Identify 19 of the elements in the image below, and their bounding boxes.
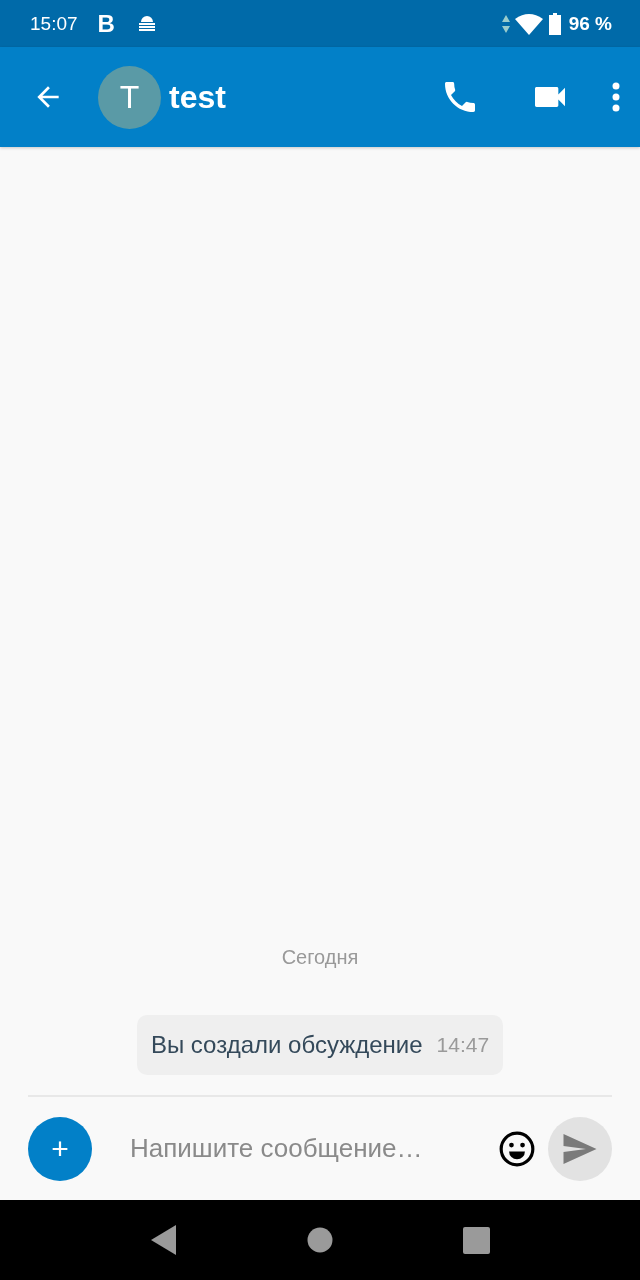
status-time: 15:07 [30, 12, 78, 35]
battery-icon [548, 12, 561, 35]
message-input[interactable]: Напишите сообщение… [128, 1132, 498, 1165]
message-text: Вы создали обсуждение [150, 1031, 423, 1059]
data-arrows-icon [500, 13, 511, 34]
more-options-button[interactable] [610, 81, 622, 113]
recents-nav-icon[interactable] [462, 1226, 490, 1254]
date-divider: Сегодня [281, 946, 359, 969]
conversation-title: test [169, 78, 226, 116]
emoji-button[interactable] [498, 1129, 536, 1168]
contact-avatar: T [98, 65, 161, 129]
back-nav-icon[interactable] [150, 1225, 177, 1255]
send-icon [562, 1132, 598, 1165]
message-time: 14:47 [436, 1033, 490, 1057]
add-attachment-button[interactable]: + [28, 1116, 92, 1181]
notification-letter: B [97, 9, 115, 38]
wifi-icon [514, 12, 543, 35]
home-nav-icon[interactable] [306, 1227, 333, 1253]
battery-level: 96 % [568, 12, 612, 35]
